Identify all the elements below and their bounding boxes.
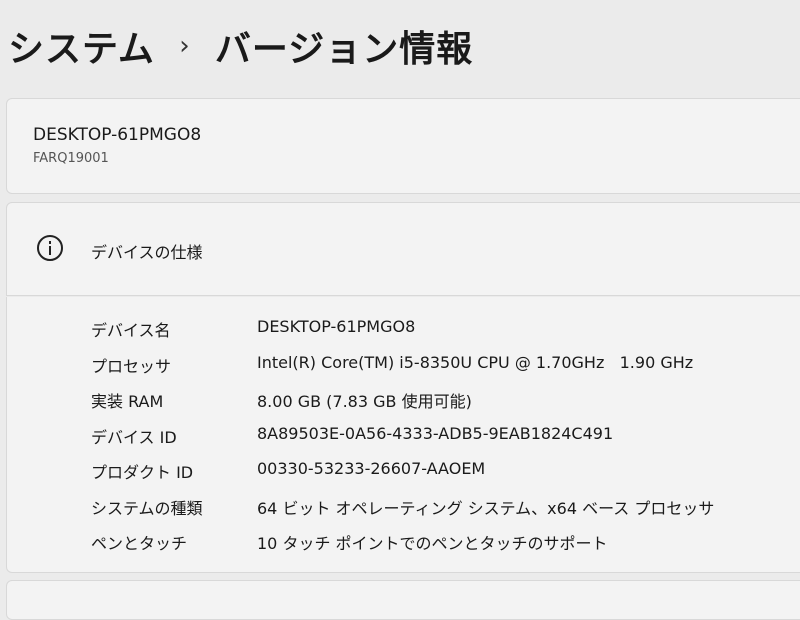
info-icon bbox=[37, 235, 63, 261]
spec-value: DESKTOP-61PMGO8 bbox=[257, 317, 416, 336]
breadcrumb: システム › バージョン情報 bbox=[8, 18, 473, 74]
spec-label: システムの種類 bbox=[91, 498, 203, 518]
spec-value: 8A89503E-0A56-4333-ADB5-9EAB1824C491 bbox=[257, 423, 614, 443]
device-model: FARQ19001 bbox=[33, 151, 109, 166]
spec-label: デバイス名 bbox=[91, 321, 171, 340]
page-title: バージョン情報 bbox=[214, 29, 474, 70]
spec-value: 00330-53233-26607-AAOEM bbox=[257, 459, 486, 478]
spec-label: プロセッサ bbox=[91, 356, 172, 376]
spec-list: デバイス名 DESKTOP-61PMGO8 プロセッサ Intel(R) Cor… bbox=[7, 311, 800, 560]
spec-label: デバイス ID bbox=[91, 427, 177, 447]
spec-label: ペンとタッチ bbox=[91, 534, 188, 553]
spec-row-system-type: システムの種類 64 ビット オペレーティング システム、x64 ベース プロセ… bbox=[7, 489, 800, 525]
breadcrumb-chevron-icon: › bbox=[179, 31, 191, 61]
spec-value: 8.00 GB (7.83 GB 使用可能) bbox=[257, 392, 472, 411]
spec-row-pen-touch: ペンとタッチ 10 タッチ ポイントでのペンとタッチのサポート bbox=[7, 524, 800, 560]
spec-value: 64 ビット オペレーティング システム、x64 ベース プロセッサ bbox=[257, 498, 715, 518]
device-name-card: DESKTOP-61PMGO8 FARQ19001 bbox=[6, 98, 800, 194]
device-name: DESKTOP-61PMGO8 bbox=[33, 125, 202, 145]
device-specs-panel: デバイス名 DESKTOP-61PMGO8 プロセッサ Intel(R) Cor… bbox=[6, 297, 800, 573]
spec-label: プロダクト ID bbox=[91, 463, 194, 482]
spec-value: Intel(R) Core(TM) i5-8350U CPU @ 1.70GHz… bbox=[257, 352, 694, 372]
next-section-card bbox=[6, 580, 800, 620]
spec-row-device-id: デバイス ID 8A89503E-0A56-4333-ADB5-9EAB1824… bbox=[7, 418, 800, 454]
device-specs-title: デバイスの仕様 bbox=[91, 243, 203, 262]
spec-label: 実装 RAM bbox=[91, 392, 164, 411]
spec-row-device-name: デバイス名 DESKTOP-61PMGO8 bbox=[7, 311, 800, 347]
breadcrumb-parent-link[interactable]: システム bbox=[8, 20, 155, 72]
spec-row-ram: 実装 RAM 8.00 GB (7.83 GB 使用可能) bbox=[7, 382, 800, 418]
spec-row-processor: プロセッサ Intel(R) Core(TM) i5-8350U CPU @ 1… bbox=[7, 347, 800, 383]
device-specs-header[interactable]: デバイスの仕様 bbox=[6, 202, 800, 296]
spec-value: 10 タッチ ポイントでのペンとタッチのサポート bbox=[257, 534, 608, 553]
spec-row-product-id: プロダクト ID 00330-53233-26607-AAOEM bbox=[7, 453, 800, 489]
